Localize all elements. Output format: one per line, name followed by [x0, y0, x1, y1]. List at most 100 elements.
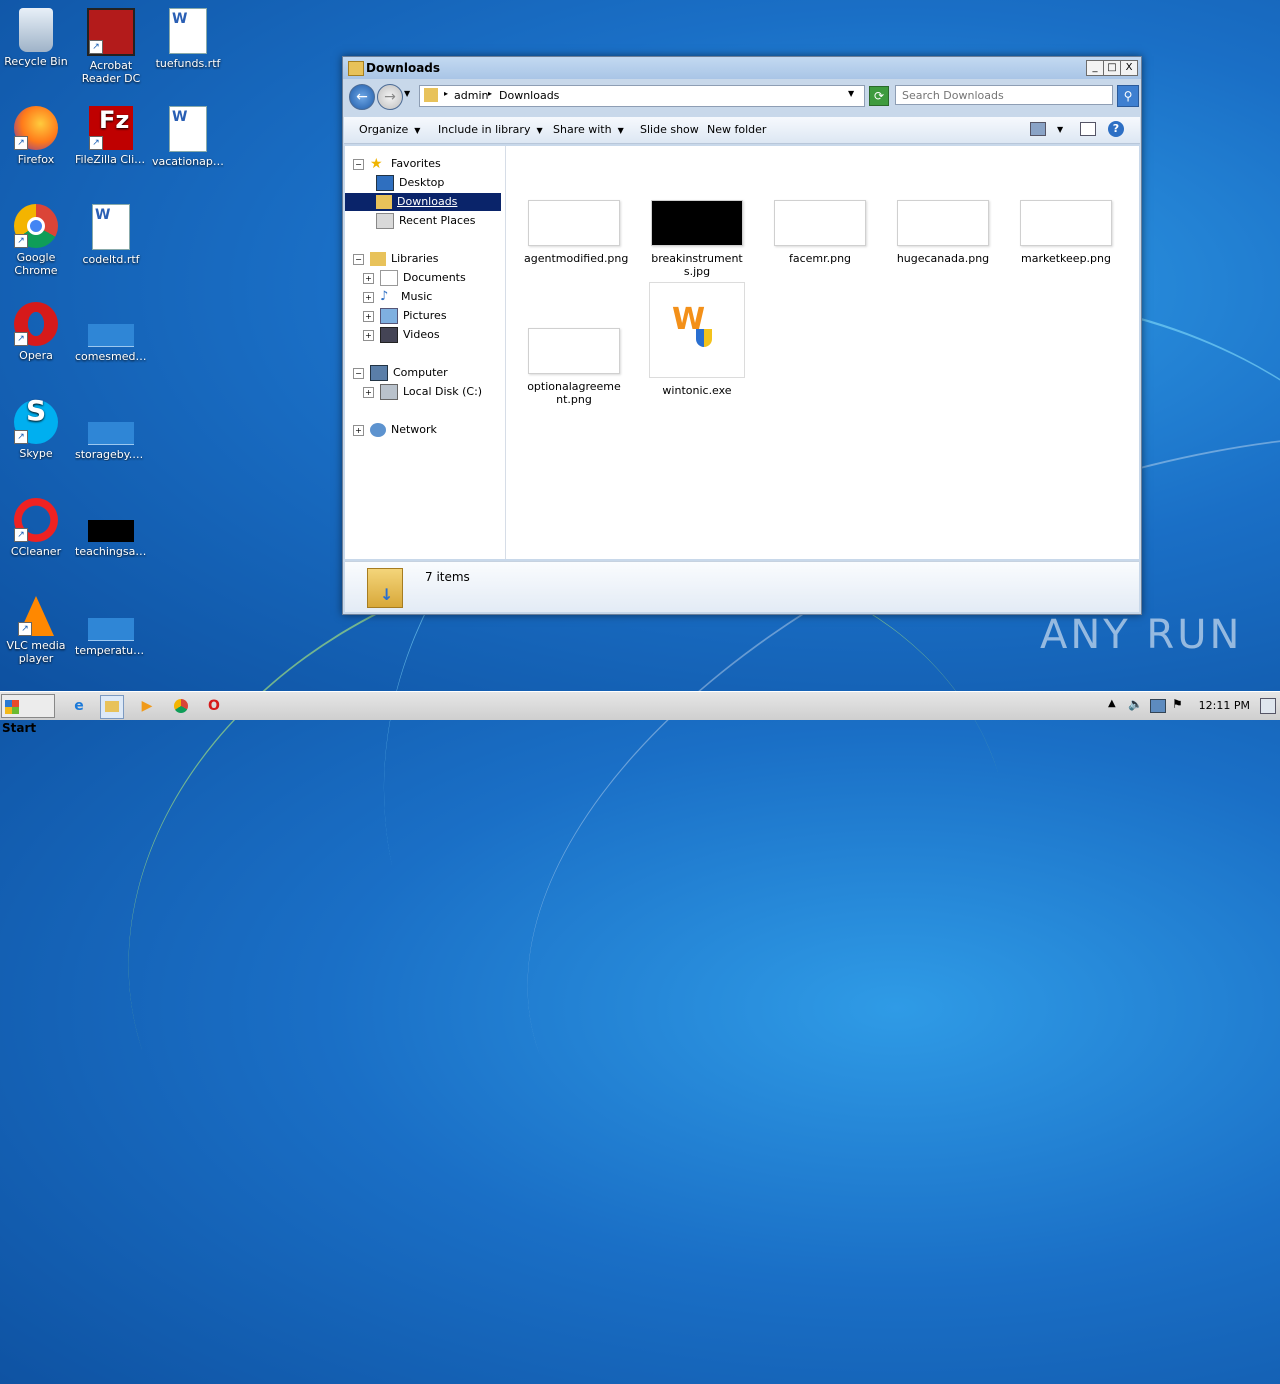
app-icon: W [672, 302, 706, 337]
action-center-flag-icon[interactable]: ⚑ [1172, 697, 1183, 711]
desktop-icon-ccleaner[interactable]: ↗ CCleaner [0, 498, 72, 558]
start-button[interactable]: Start [1, 694, 55, 735]
computer-icon [370, 365, 388, 381]
desktop-icon-comesmedium[interactable]: comesmediu... [75, 302, 147, 363]
address-box[interactable]: ▸ admin ▸ Downloads ▼ [419, 85, 865, 107]
desktop-icon-label: Google Chrome [14, 251, 58, 277]
nav-documents[interactable]: + Documents [363, 269, 466, 287]
windows-explorer-icon[interactable] [100, 695, 124, 719]
desktop-icon-vlc[interactable]: ↗ VLC media player [0, 596, 72, 665]
desktop-icon-codeltd[interactable]: W codeltd.rtf [75, 204, 147, 266]
desktop-icon-storageby[interactable]: storageby.png [75, 400, 147, 461]
nav-favorites[interactable]: − ★ Favorites [353, 155, 441, 173]
file-name: facemr.png [788, 252, 852, 265]
navigation-pane: − ★ Favorites Desktop Downloads Recent Pla… [345, 146, 506, 559]
image-file-icon [88, 324, 134, 347]
expand-icon: + [353, 424, 364, 436]
downloads-folder-icon: ↓ [367, 568, 403, 608]
refresh-icon[interactable]: ⟳ [869, 86, 889, 106]
nav-network[interactable]: + Network [353, 421, 437, 439]
desktop-icon-temperature[interactable]: temperatur... [75, 596, 147, 657]
nav-downloads[interactable]: Downloads [345, 193, 501, 211]
desktop-icon-label: vacationapr... [152, 155, 224, 168]
file-item[interactable]: hugecanada.png [893, 200, 993, 265]
nav-local-disk[interactable]: + Local Disk (C:) [363, 383, 482, 401]
taskbar: Start e ▶ O ▲ 🔈 ⚑ 12:11 PM [0, 691, 1280, 735]
view-options-dropdown-icon[interactable]: ▼ [1057, 125, 1063, 134]
file-item[interactable]: optionalagreement.png [524, 328, 624, 406]
chrome-taskbar-icon[interactable] [170, 695, 192, 717]
show-desktop-icon[interactable] [1260, 698, 1276, 714]
desktop-icon-label: storageby.png [75, 448, 147, 461]
star-icon: ★ [370, 156, 383, 172]
internet-explorer-icon[interactable]: e [68, 695, 90, 717]
desktop-icon-firefox[interactable]: ↗ Firefox [0, 106, 72, 166]
preview-pane-icon[interactable] [1080, 122, 1096, 136]
file-item[interactable]: facemr.png [770, 200, 870, 265]
nav-desktop[interactable]: Desktop [376, 174, 444, 192]
opera-taskbar-icon[interactable]: O [203, 695, 225, 717]
desktop-icon-label: codeltd.rtf [82, 253, 140, 266]
network-status-icon[interactable] [1150, 699, 1166, 713]
recent-pages-dropdown-icon[interactable]: ▼ [404, 89, 410, 98]
show-hidden-icons-icon[interactable]: ▲ [1108, 698, 1116, 709]
windows-logo-icon [5, 699, 19, 714]
change-view-icon[interactable] [1030, 122, 1046, 136]
file-name: agentmodified.png [524, 252, 629, 265]
desktop-icon-skype[interactable]: S ↗ Skype [0, 397, 72, 460]
help-icon[interactable]: ? [1108, 121, 1124, 137]
title-bar[interactable]: Downloads _ □ X [343, 57, 1141, 79]
desktop-icon-filezilla[interactable]: Fz ↗ FileZilla Client [75, 106, 147, 166]
search-icon[interactable]: ⚲ [1117, 85, 1139, 107]
back-button[interactable]: ← [349, 84, 375, 110]
nav-recent-places[interactable]: Recent Places [376, 212, 476, 230]
file-item[interactable]: breakinstruments.jpg [647, 200, 747, 278]
organize-menu[interactable]: Organize ▼ [359, 123, 420, 136]
expand-icon: + [363, 310, 374, 322]
anyrun-watermark: ANY RUN [1040, 612, 1243, 658]
include-in-library-menu[interactable]: Include in library ▼ [438, 123, 543, 136]
exe-file-thumbnail: W [649, 282, 745, 378]
desktop-icon-teachingsat[interactable]: teachingsat... [75, 498, 147, 558]
nav-music[interactable]: + ♪ Music [363, 288, 432, 306]
new-folder-button[interactable]: New folder [707, 123, 766, 136]
clock[interactable]: 12:11 PM [1199, 699, 1250, 712]
forward-button[interactable]: → [377, 84, 403, 110]
desktop-icon-vacation[interactable]: W vacationapr... [152, 106, 224, 168]
image-thumbnail [528, 200, 620, 246]
slide-show-button[interactable]: Slide show [640, 123, 699, 136]
media-player-icon[interactable]: ▶ [136, 695, 158, 717]
desktop-icon-acrobat[interactable]: ↗ Acrobat Reader DC [75, 8, 147, 85]
word-document-icon: W [169, 8, 207, 54]
collapse-icon: − [353, 367, 364, 379]
expand-icon: + [363, 386, 374, 398]
desktop-icon-label: FileZilla Client [75, 153, 147, 166]
search-input[interactable] [895, 85, 1113, 105]
maximize-button[interactable]: □ [1103, 60, 1121, 76]
file-item[interactable]: marketkeep.png [1016, 200, 1116, 265]
close-button[interactable]: X [1120, 60, 1138, 76]
nav-libraries[interactable]: − Libraries [353, 250, 439, 268]
image-thumbnail [774, 200, 866, 246]
image-file-icon [88, 520, 134, 542]
breadcrumb-downloads[interactable]: Downloads [499, 89, 559, 102]
window-title: Downloads [366, 61, 441, 75]
file-name: hugecanada.png [896, 252, 990, 265]
address-dropdown-icon[interactable]: ▼ [848, 89, 854, 98]
expand-icon: + [363, 272, 374, 284]
file-item[interactable]: agentmodified.png [524, 200, 628, 265]
share-with-menu[interactable]: Share with ▼ [553, 123, 624, 136]
minimize-button[interactable]: _ [1086, 60, 1104, 76]
desktop-icon-opera[interactable]: ↗ Opera [0, 302, 72, 362]
image-thumbnail [528, 328, 620, 374]
nav-videos[interactable]: + Videos [363, 326, 440, 344]
nav-computer[interactable]: − Computer [353, 364, 448, 382]
desktop-icon-chrome[interactable]: ↗ Google Chrome [0, 204, 72, 277]
desktop-icon-recycle-bin[interactable]: Recycle Bin [0, 8, 72, 68]
nav-pictures[interactable]: + Pictures [363, 307, 447, 325]
breadcrumb-admin[interactable]: admin [454, 89, 488, 102]
file-item[interactable]: W wintonic.exe [647, 282, 747, 397]
pictures-icon [380, 308, 398, 324]
volume-icon[interactable]: 🔈 [1128, 697, 1143, 711]
desktop-icon-tuefunds[interactable]: W tuefunds.rtf [152, 8, 224, 70]
